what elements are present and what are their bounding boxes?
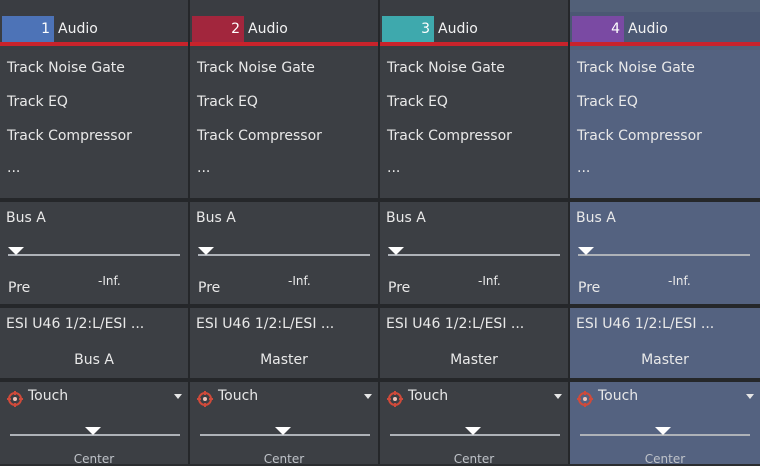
automation-touch-icon: [7, 391, 23, 407]
send-bus-name[interactable]: Bus A: [196, 210, 236, 226]
io-panel: ESI U46 1/2:L/ESI ... Bus A: [0, 308, 188, 378]
send-level-track[interactable]: [198, 254, 370, 256]
io-panel: ESI U46 1/2:L/ESI ... Master: [570, 308, 760, 378]
send-bus-name[interactable]: Bus A: [386, 210, 426, 226]
send-bus-name[interactable]: Bus A: [6, 210, 46, 226]
send-prepost-button[interactable]: Pre: [198, 280, 220, 296]
send-level-value: -Inf.: [668, 274, 691, 288]
fx-track-compressor[interactable]: Track Compressor: [197, 128, 322, 144]
send-bus-name[interactable]: Bus A: [576, 210, 616, 226]
io-panel: ESI U46 1/2:L/ESI ... Master: [380, 308, 568, 378]
fx-more[interactable]: ...: [7, 160, 20, 176]
input-selector[interactable]: ESI U46 1/2:L/ESI ...: [6, 316, 184, 332]
send-panel: Bus A Pre -Inf.: [380, 202, 568, 304]
send-level-thumb[interactable]: [388, 247, 404, 255]
fx-track-noise-gate[interactable]: Track Noise Gate: [577, 60, 695, 76]
send-panel: Bus A Pre -Inf.: [190, 202, 378, 304]
pan-slider-thumb[interactable]: [655, 427, 671, 435]
track-number: 4: [572, 16, 624, 42]
fx-track-eq[interactable]: Track EQ: [577, 94, 638, 110]
track-strip-1[interactable]: 1 Audio Track Noise Gate Track EQ Track …: [0, 0, 190, 466]
fx-more[interactable]: ...: [577, 160, 590, 176]
fx-track-eq[interactable]: Track EQ: [387, 94, 448, 110]
track-strip-2[interactable]: 2 Audio Track Noise Gate Track EQ Track …: [190, 0, 380, 466]
fx-track-eq[interactable]: Track EQ: [197, 94, 258, 110]
input-selector[interactable]: ESI U46 1/2:L/ESI ...: [576, 316, 754, 332]
track-header[interactable]: 3 Audio: [380, 12, 568, 46]
chevron-down-icon[interactable]: [174, 394, 182, 399]
automation-mode-label[interactable]: Touch: [218, 388, 258, 404]
send-level-value: -Inf.: [98, 274, 121, 288]
chevron-down-icon[interactable]: [364, 394, 372, 399]
track-header[interactable]: 1 Audio: [0, 12, 188, 46]
send-level-track[interactable]: [388, 254, 560, 256]
fx-track-noise-gate[interactable]: Track Noise Gate: [197, 60, 315, 76]
send-level-thumb[interactable]: [198, 247, 214, 255]
fx-track-compressor[interactable]: Track Compressor: [7, 128, 132, 144]
send-panel: Bus A Pre -Inf.: [0, 202, 188, 304]
send-level-thumb[interactable]: [578, 247, 594, 255]
track-header-divider: [0, 42, 188, 46]
track-number: 2: [192, 16, 244, 42]
send-level-value: -Inf.: [288, 274, 311, 288]
track-number: 3: [382, 16, 434, 42]
send-level-value: -Inf.: [478, 274, 501, 288]
send-prepost-button[interactable]: Pre: [388, 280, 410, 296]
fx-track-noise-gate[interactable]: Track Noise Gate: [7, 60, 125, 76]
output-selector[interactable]: Bus A: [0, 352, 188, 368]
automation-touch-icon: [577, 391, 593, 407]
io-panel: ESI U46 1/2:L/ESI ... Master: [190, 308, 378, 378]
track-number: 1: [2, 16, 54, 42]
pan-slider-thumb[interactable]: [465, 427, 481, 435]
fx-rack: Track Noise Gate Track EQ Track Compress…: [380, 50, 568, 198]
automation-panel: Touch Center: [570, 382, 760, 466]
automation-panel: Touch Center: [0, 382, 188, 466]
send-level-track[interactable]: [8, 254, 180, 256]
fx-track-noise-gate[interactable]: Track Noise Gate: [387, 60, 505, 76]
fx-rack: Track Noise Gate Track EQ Track Compress…: [0, 50, 188, 198]
track-header-divider: [380, 42, 568, 46]
fx-track-compressor[interactable]: Track Compressor: [387, 128, 512, 144]
send-level-thumb[interactable]: [8, 247, 24, 255]
track-header[interactable]: 4 Audio: [570, 12, 760, 46]
chevron-down-icon[interactable]: [746, 394, 754, 399]
chevron-down-icon[interactable]: [554, 394, 562, 399]
output-selector[interactable]: Master: [190, 352, 378, 368]
track-name[interactable]: Audio: [438, 16, 478, 42]
fx-more[interactable]: ...: [387, 160, 400, 176]
automation-panel: Touch Center: [380, 382, 568, 466]
track-strip-3[interactable]: 3 Audio Track Noise Gate Track EQ Track …: [380, 0, 570, 466]
track-name[interactable]: Audio: [628, 16, 668, 42]
track-header-divider: [190, 42, 378, 46]
track-header[interactable]: 2 Audio: [190, 12, 378, 46]
output-selector[interactable]: Master: [380, 352, 568, 368]
pan-slider-thumb[interactable]: [275, 427, 291, 435]
send-prepost-button[interactable]: Pre: [8, 280, 30, 296]
automation-mode-label[interactable]: Touch: [598, 388, 638, 404]
automation-panel: Touch Center: [190, 382, 378, 466]
pan-slider-thumb[interactable]: [85, 427, 101, 435]
automation-mode-label[interactable]: Touch: [28, 388, 68, 404]
fx-more[interactable]: ...: [197, 160, 210, 176]
track-header-divider: [570, 42, 760, 46]
send-prepost-button[interactable]: Pre: [578, 280, 600, 296]
track-strip-4[interactable]: 4 Audio Track Noise Gate Track EQ Track …: [570, 0, 760, 466]
send-level-track[interactable]: [578, 254, 750, 256]
automation-touch-icon: [387, 391, 403, 407]
mixer-strips: 1 Audio Track Noise Gate Track EQ Track …: [0, 0, 760, 466]
fx-rack: Track Noise Gate Track EQ Track Compress…: [570, 50, 760, 198]
input-selector[interactable]: ESI U46 1/2:L/ESI ...: [196, 316, 374, 332]
output-selector[interactable]: Master: [570, 352, 760, 368]
fx-track-eq[interactable]: Track EQ: [7, 94, 68, 110]
input-selector[interactable]: ESI U46 1/2:L/ESI ...: [386, 316, 564, 332]
track-name[interactable]: Audio: [248, 16, 288, 42]
fx-rack: Track Noise Gate Track EQ Track Compress…: [190, 50, 378, 198]
automation-touch-icon: [197, 391, 213, 407]
track-name[interactable]: Audio: [58, 16, 98, 42]
send-panel: Bus A Pre -Inf.: [570, 202, 760, 304]
fx-track-compressor[interactable]: Track Compressor: [577, 128, 702, 144]
automation-mode-label[interactable]: Touch: [408, 388, 448, 404]
